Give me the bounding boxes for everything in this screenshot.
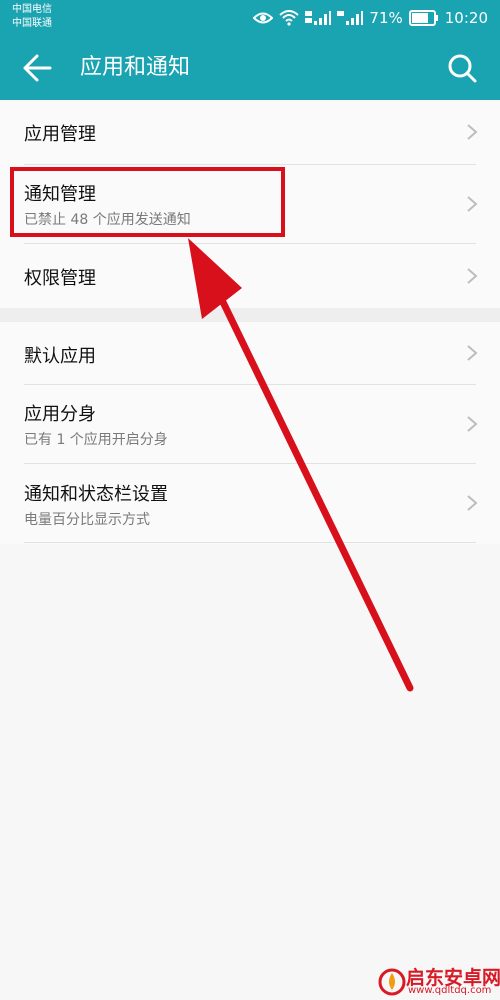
section-gap xyxy=(0,308,500,322)
chevron-right-icon xyxy=(467,416,478,432)
chevron-right-icon xyxy=(467,124,478,140)
watermark-url: www.qdltdq.com xyxy=(408,985,492,996)
battery-icon xyxy=(408,10,438,26)
settings-item-default-apps[interactable]: 默认应用 xyxy=(0,322,500,384)
carrier-1-label: 中国电信 xyxy=(12,4,52,15)
settings-item-label: 默认应用 xyxy=(24,346,96,367)
divider xyxy=(24,542,476,543)
settings-item-app-twin[interactable]: 应用分身 已有 1 个应用开启分身 xyxy=(0,385,500,463)
chevron-right-icon xyxy=(467,495,478,511)
page-title: 应用和通知 xyxy=(80,55,191,80)
status-bar-right: 71% 10:20 xyxy=(253,0,488,36)
signal-4g-icon xyxy=(305,11,332,25)
signal-4g-icon xyxy=(337,11,364,25)
settings-item-app-management[interactable]: 应用管理 xyxy=(0,100,500,164)
search-icon[interactable] xyxy=(446,52,478,84)
highlight-box xyxy=(10,167,285,237)
settings-item-label: 权限管理 xyxy=(24,268,96,289)
settings-item-label: 应用管理 xyxy=(24,124,96,145)
settings-item-notification-statusbar[interactable]: 通知和状态栏设置 电量百分比显示方式 xyxy=(0,464,500,542)
app-bar: 应用和通知 xyxy=(0,36,500,100)
chevron-right-icon xyxy=(467,345,478,361)
status-bar: 中国电信 中国联通 71% 10:20 xyxy=(0,0,500,36)
arrow-left-icon[interactable] xyxy=(20,52,54,84)
settings-item-permission-management[interactable]: 权限管理 xyxy=(0,244,500,308)
clock: 10:20 xyxy=(444,9,488,27)
chevron-right-icon xyxy=(467,196,478,212)
settings-item-subtitle: 电量百分比显示方式 xyxy=(24,512,150,528)
eye-icon xyxy=(253,12,274,24)
battery-percent: 71% xyxy=(369,9,403,27)
settings-item-subtitle: 已有 1 个应用开启分身 xyxy=(24,432,168,448)
settings-item-label: 通知和状态栏设置 xyxy=(24,484,168,505)
wifi-icon xyxy=(279,10,300,26)
settings-group-2: 默认应用 应用分身 已有 1 个应用开启分身 通知和状态栏设置 电量百分比显示方… xyxy=(0,322,500,544)
chevron-right-icon xyxy=(467,268,478,284)
carrier-2-label: 中国联通 xyxy=(12,18,52,29)
settings-item-label: 应用分身 xyxy=(24,404,96,425)
